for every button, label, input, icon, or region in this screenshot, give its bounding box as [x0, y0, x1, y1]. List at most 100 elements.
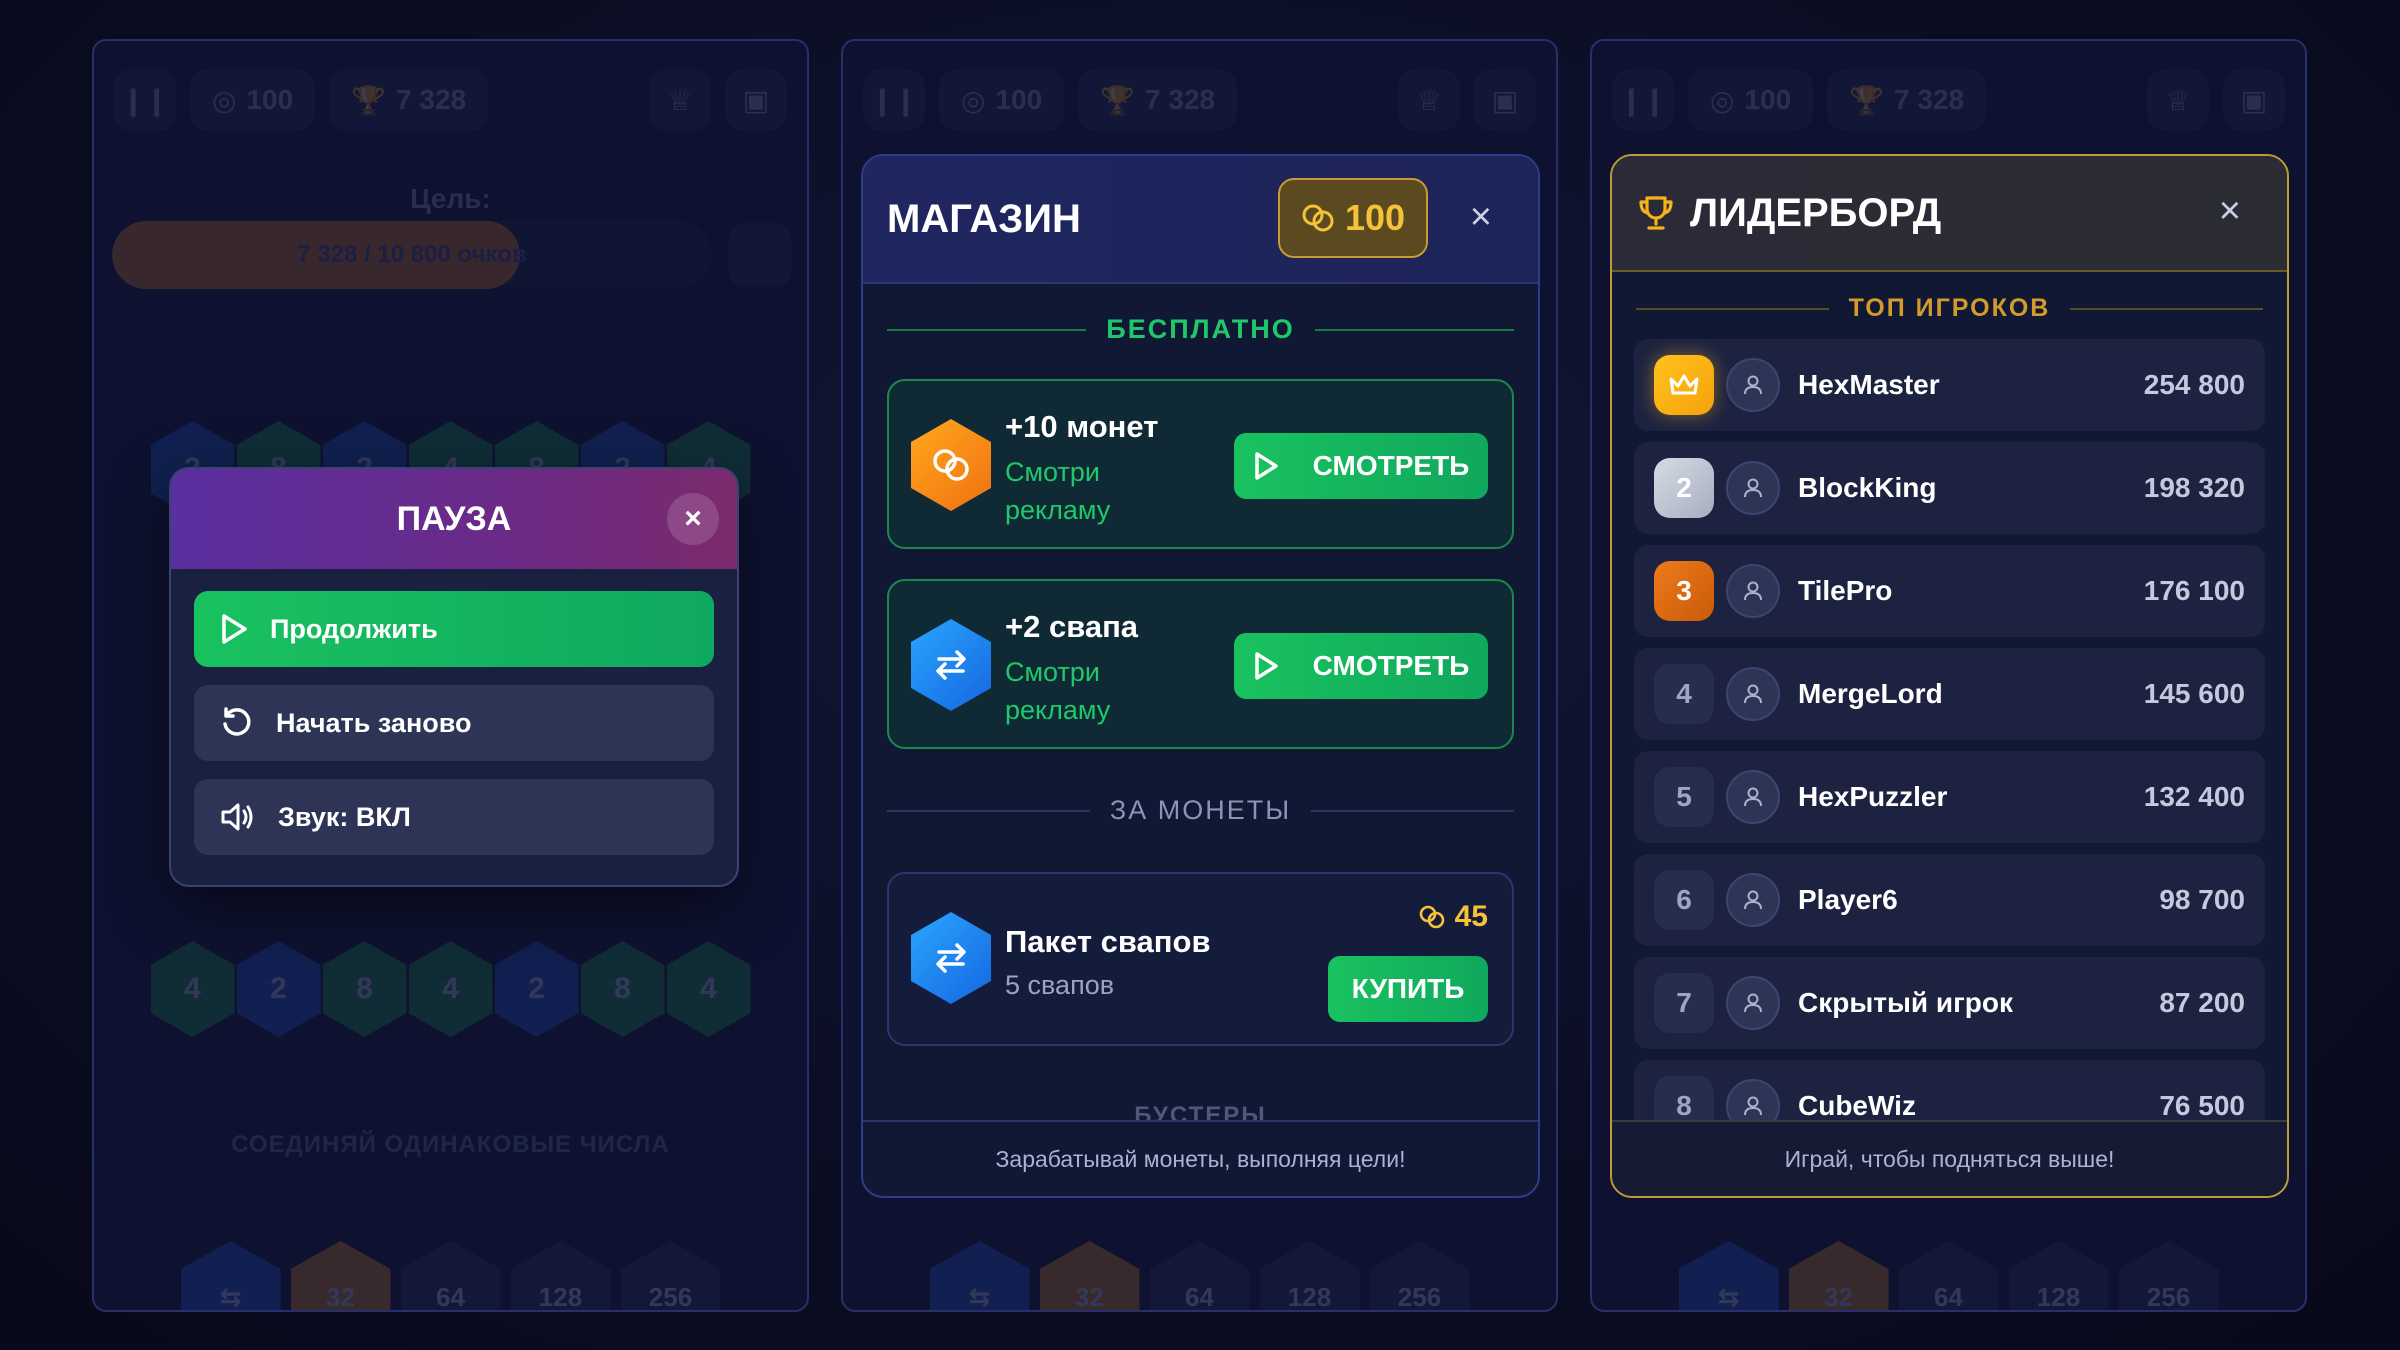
coin-counter: ◎ 100 — [1688, 69, 1814, 131]
game-screen-shop: ❙❙ ◎ 100 🏆 7 328 ♕ ▣ ⇆ 32 64 128 256 МАГАЗ… — [841, 39, 1558, 1312]
swap-icon — [911, 912, 991, 1004]
coin-counter: ◎ 100 — [939, 69, 1065, 131]
user-icon — [1744, 375, 1762, 395]
divider — [1311, 809, 1514, 812]
booster-tile[interactable]: 256 — [620, 1241, 721, 1310]
shop-footer: Зарабатывай монеты, выполняя цели! — [863, 1120, 1538, 1196]
swap-icon — [911, 619, 991, 711]
coin-count: 100 — [995, 84, 1043, 115]
user-icon — [1744, 890, 1762, 910]
gift-button[interactable] — [728, 223, 792, 287]
close-button[interactable]: × — [667, 493, 719, 545]
player-score: 132 400 — [2143, 781, 2245, 812]
coins-section-label: ЗА МОНЕТЫ — [1109, 795, 1292, 825]
leaderboard-row[interactable]: 4 MergeLord 145 600 — [1634, 648, 2265, 740]
pause-button[interactable]: ❙❙ — [863, 69, 925, 131]
booster-tile[interactable]: 256 — [2118, 1241, 2219, 1310]
player-name: TilePro — [1798, 575, 1893, 606]
hex-tile[interactable]: 4 — [408, 941, 493, 1037]
player-score: 176 100 — [2143, 575, 2245, 606]
pause-button[interactable]: ❙❙ — [114, 69, 176, 131]
buy-button[interactable]: КУПИТЬ — [1328, 956, 1488, 1022]
coin-icon: ◎ — [1710, 84, 1735, 116]
shop-header: МАГАЗИН 100 × — [863, 156, 1538, 284]
rank-badge-gold — [1654, 355, 1714, 415]
sound-toggle[interactable]: Звук: ВКЛ — [194, 779, 714, 855]
avatar — [1726, 873, 1780, 927]
trophy-icon: 🏆 — [1100, 84, 1136, 116]
shop-button[interactable]: ▣ — [1474, 69, 1536, 131]
shop-button[interactable]: ▣ — [725, 69, 787, 131]
player-score: 98 700 — [2159, 884, 2245, 915]
booster-tile[interactable]: 32 — [1039, 1241, 1140, 1310]
leaderboard-row[interactable]: 7 Скрытый игрок 87 200 — [1634, 957, 2265, 1049]
pack-price: 45 — [1417, 900, 1488, 934]
hex-tile[interactable]: 8 — [322, 941, 407, 1037]
hex-tile[interactable]: 2 — [494, 941, 579, 1037]
speaker-icon — [221, 803, 253, 831]
leaderboard-row[interactable]: HexMaster 254 800 — [1634, 339, 2265, 431]
continue-label: Продолжить — [270, 613, 438, 644]
hex-tile[interactable]: 8 — [580, 941, 665, 1037]
user-icon — [1744, 478, 1762, 498]
restart-icon — [223, 707, 251, 736]
hex-tile[interactable]: 4 — [666, 941, 751, 1037]
booster-tile[interactable]: 32 — [1788, 1241, 1889, 1310]
booster-tile[interactable]: 256 — [1369, 1241, 1470, 1310]
restart-button[interactable]: Начать заново — [194, 685, 714, 761]
avatar — [1726, 564, 1780, 618]
close-icon[interactable]: × — [2219, 190, 2241, 233]
pause-button[interactable]: ❙❙ — [1612, 69, 1674, 131]
booster-tile[interactable]: 64 — [1898, 1241, 1999, 1310]
shop-button[interactable]: ▣ — [2223, 69, 2285, 131]
booster-tile[interactable]: 64 — [400, 1241, 501, 1310]
coins-offer-icon — [911, 419, 991, 511]
coins-icon — [1419, 905, 1444, 929]
leaderboard-row[interactable]: 5 HexPuzzler 132 400 — [1634, 751, 2265, 843]
hex-tile[interactable]: 2 — [236, 941, 321, 1037]
trophy-icon: ♕ — [667, 84, 693, 116]
player-name: MergeLord — [1798, 678, 1943, 709]
trophy-icon: ♕ — [1416, 84, 1442, 116]
watch-ad-button[interactable]: СМОТРЕТЬ — [1234, 433, 1488, 499]
watch-ad-label: СМОТРЕТЬ — [1312, 450, 1470, 481]
avatar — [1726, 358, 1780, 412]
swap-booster[interactable]: ⇆ — [929, 1241, 1030, 1310]
leaderboard-row[interactable]: 3 TilePro 176 100 — [1634, 545, 2265, 637]
divider — [1314, 328, 1515, 331]
leaderboard-button[interactable]: ♕ — [1398, 69, 1460, 131]
watch-ad-button[interactable]: СМОТРЕТЬ — [1234, 633, 1488, 699]
hex-tile[interactable]: 4 — [150, 941, 235, 1037]
booster-tile[interactable]: 64 — [1149, 1241, 1250, 1310]
leaderboard-button[interactable]: ♕ — [649, 69, 711, 131]
swap-booster[interactable]: ⇆ — [1678, 1241, 1779, 1310]
close-icon[interactable]: × — [1470, 196, 1492, 239]
leaderboard-row[interactable]: 2 BlockKing 198 320 — [1634, 442, 2265, 534]
goal-label: Цель: — [410, 183, 491, 214]
pack-price-value: 45 — [1454, 900, 1488, 933]
score-counter: 🏆 7 328 — [1078, 69, 1238, 131]
board-row-2: 4 2 8 4 2 8 4 — [94, 941, 807, 1037]
booster-tile[interactable]: 128 — [510, 1241, 611, 1310]
continue-button[interactable]: Продолжить — [194, 591, 714, 667]
offer-subtitle: Смотри рекламу — [1005, 657, 1111, 725]
offer-title: +10 монет — [1005, 409, 1159, 444]
next-section-label: БУСТЕРЫ — [1134, 1102, 1267, 1122]
booster-tile[interactable]: 32 — [290, 1241, 391, 1310]
leaderboard-footer: Играй, чтобы подняться выше! — [1612, 1120, 2287, 1196]
divider — [1636, 307, 1829, 310]
leaderboard-button[interactable]: ♕ — [2147, 69, 2209, 131]
leaderboard-row[interactable]: 6 Player6 98 700 — [1634, 854, 2265, 946]
booster-tile[interactable]: 128 — [1259, 1241, 1360, 1310]
free-section-header: БЕСПЛАТНО — [887, 314, 1515, 345]
score-value: 7 328 — [1894, 84, 1965, 115]
user-icon — [1744, 684, 1762, 704]
play-icon — [222, 614, 247, 644]
swap-booster[interactable]: ⇆ — [180, 1241, 281, 1310]
offer-title: +2 свапа — [1005, 609, 1139, 644]
booster-row: ⇆ 32 64 128 256 — [843, 1241, 1556, 1310]
offer-card-swaps: +2 свапа Смотри рекламу СМОТРЕТЬ — [887, 579, 1514, 749]
booster-tile[interactable]: 128 — [2008, 1241, 2109, 1310]
pause-icon: ❙❙ — [1619, 84, 1667, 116]
player-score: 87 200 — [2159, 987, 2245, 1018]
